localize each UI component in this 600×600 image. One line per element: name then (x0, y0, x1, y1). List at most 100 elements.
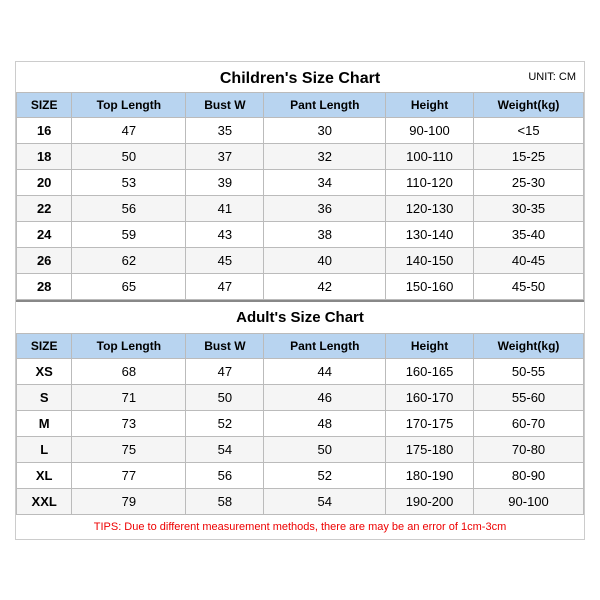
table-cell: 56 (72, 195, 186, 221)
children-table-header: SIZE Top Length Bust W Pant Length Heigh… (17, 92, 584, 117)
table-cell: 140-150 (386, 247, 474, 273)
table-cell: 175-180 (386, 436, 474, 462)
table-cell: 53 (72, 169, 186, 195)
children-table-body: 1647353090-100<1518503732100-11015-25205… (17, 117, 584, 299)
table-cell: 77 (72, 462, 186, 488)
adult-table-body: XS684744160-16550-55S715046160-17055-60M… (17, 358, 584, 514)
table-cell: 130-140 (386, 221, 474, 247)
table-cell: 150-160 (386, 273, 474, 299)
table-cell: 50 (264, 436, 386, 462)
col-header-weight-ch: Weight(kg) (474, 92, 584, 117)
table-cell: 16 (17, 117, 72, 143)
table-cell: 56 (186, 462, 264, 488)
children-title-text: Children's Size Chart (220, 70, 380, 87)
table-cell: 45 (186, 247, 264, 273)
table-cell: 25-30 (474, 169, 584, 195)
table-cell: 160-165 (386, 358, 474, 384)
table-cell: 54 (264, 488, 386, 514)
table-cell: 38 (264, 221, 386, 247)
col-header-bustw-ad: Bust W (186, 333, 264, 358)
table-cell: 52 (264, 462, 386, 488)
table-cell: 46 (264, 384, 386, 410)
table-cell: 75 (72, 436, 186, 462)
table-cell: XXL (17, 488, 72, 514)
table-cell: 15-25 (474, 143, 584, 169)
col-header-pantlength-ch: Pant Length (264, 92, 386, 117)
children-chart-title: Children's Size Chart UNIT: CM (16, 62, 584, 92)
table-cell: 90-100 (474, 488, 584, 514)
table-cell: M (17, 410, 72, 436)
table-cell: 79 (72, 488, 186, 514)
table-cell: 54 (186, 436, 264, 462)
adult-table-header: SIZE Top Length Bust W Pant Length Heigh… (17, 333, 584, 358)
table-row: XXL795854190-20090-100 (17, 488, 584, 514)
table-cell: 39 (186, 169, 264, 195)
table-cell: 62 (72, 247, 186, 273)
table-cell: 52 (186, 410, 264, 436)
adult-chart-title: Adult's Size Chart (16, 300, 584, 333)
table-cell: 59 (72, 221, 186, 247)
table-cell: 35 (186, 117, 264, 143)
table-row: M735248170-17560-70 (17, 410, 584, 436)
table-cell: 50 (186, 384, 264, 410)
table-cell: 35-40 (474, 221, 584, 247)
adult-size-table: SIZE Top Length Bust W Pant Length Heigh… (16, 333, 584, 515)
table-cell: 120-130 (386, 195, 474, 221)
table-cell: 32 (264, 143, 386, 169)
table-cell: XL (17, 462, 72, 488)
table-cell: 58 (186, 488, 264, 514)
table-cell: 80-90 (474, 462, 584, 488)
table-row: XS684744160-16550-55 (17, 358, 584, 384)
table-cell: 73 (72, 410, 186, 436)
col-header-height-ad: Height (386, 333, 474, 358)
table-cell: 180-190 (386, 462, 474, 488)
table-row: 20533934110-12025-30 (17, 169, 584, 195)
table-cell: 37 (186, 143, 264, 169)
table-cell: 190-200 (386, 488, 474, 514)
table-cell: 65 (72, 273, 186, 299)
table-cell: XS (17, 358, 72, 384)
table-cell: 42 (264, 273, 386, 299)
col-header-size-ch: SIZE (17, 92, 72, 117)
table-row: S715046160-17055-60 (17, 384, 584, 410)
table-cell: 70-80 (474, 436, 584, 462)
table-cell: 50 (72, 143, 186, 169)
unit-label: UNIT: CM (528, 71, 576, 83)
table-cell: 90-100 (386, 117, 474, 143)
table-cell: 22 (17, 195, 72, 221)
table-cell: 28 (17, 273, 72, 299)
table-cell: 47 (72, 117, 186, 143)
table-cell: 30-35 (474, 195, 584, 221)
table-row: 26624540140-15040-45 (17, 247, 584, 273)
table-cell: 43 (186, 221, 264, 247)
table-cell: 40-45 (474, 247, 584, 273)
table-cell: L (17, 436, 72, 462)
table-cell: 71 (72, 384, 186, 410)
table-cell: 36 (264, 195, 386, 221)
table-cell: 26 (17, 247, 72, 273)
table-row: 1647353090-100<15 (17, 117, 584, 143)
table-cell: 50-55 (474, 358, 584, 384)
table-cell: 41 (186, 195, 264, 221)
tips-text: TIPS: Due to different measurement metho… (16, 515, 584, 539)
table-cell: 160-170 (386, 384, 474, 410)
table-row: XL775652180-19080-90 (17, 462, 584, 488)
col-header-size-ad: SIZE (17, 333, 72, 358)
table-cell: 110-120 (386, 169, 474, 195)
table-row: 28654742150-16045-50 (17, 273, 584, 299)
table-row: L755450175-18070-80 (17, 436, 584, 462)
table-cell: 40 (264, 247, 386, 273)
col-header-weight-ad: Weight(kg) (474, 333, 584, 358)
col-header-toplength-ch: Top Length (72, 92, 186, 117)
table-cell: 30 (264, 117, 386, 143)
table-cell: 44 (264, 358, 386, 384)
table-cell: 47 (186, 273, 264, 299)
table-cell: 20 (17, 169, 72, 195)
table-cell: 45-50 (474, 273, 584, 299)
table-cell: 55-60 (474, 384, 584, 410)
table-cell: 24 (17, 221, 72, 247)
table-cell: 34 (264, 169, 386, 195)
children-size-table: SIZE Top Length Bust W Pant Length Heigh… (16, 92, 584, 300)
adult-title-text: Adult's Size Chart (236, 309, 364, 326)
table-row: 22564136120-13030-35 (17, 195, 584, 221)
